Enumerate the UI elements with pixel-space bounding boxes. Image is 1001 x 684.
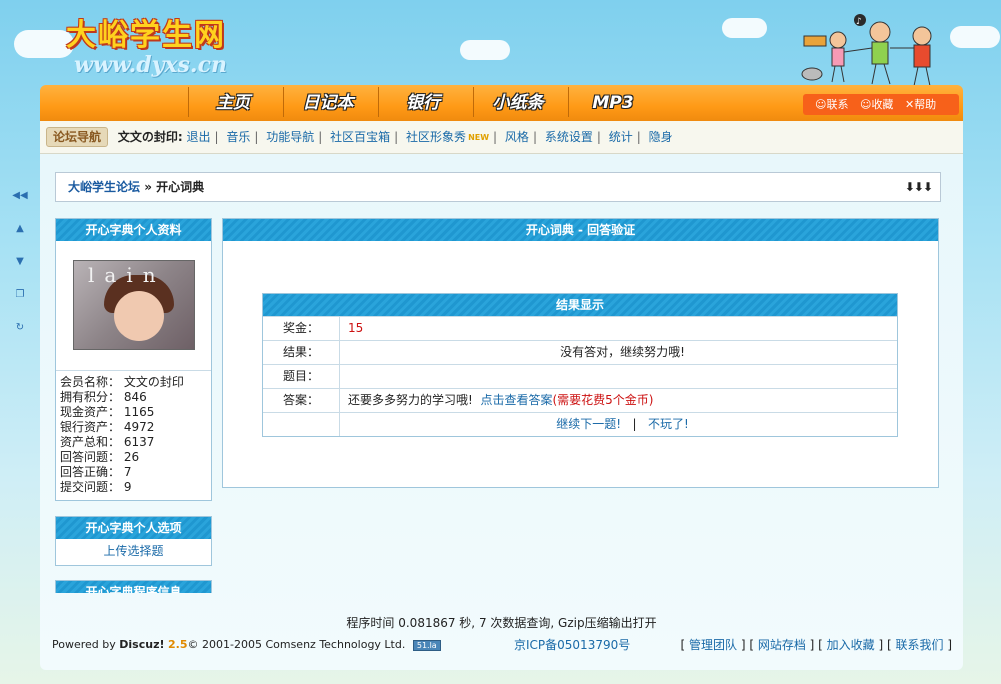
link-toolbox[interactable]: 社区百宝箱 bbox=[330, 130, 390, 144]
admin-team-link[interactable]: 管理团队 bbox=[689, 638, 737, 652]
nav-separator bbox=[378, 87, 379, 117]
profile-panel-title: 开心字典个人资料 bbox=[56, 219, 211, 241]
answer-verify-panel: 开心词典 - 回答验证 结果显示 奖金： 15 结果： 没有答对，继续努力哦! … bbox=[222, 218, 939, 488]
refresh-icon[interactable]: ↻ bbox=[12, 322, 28, 355]
nav-utility-links: ☺联系 ☺收藏 ✕帮助 bbox=[803, 94, 959, 115]
profile-panel: 开心字典个人资料 lain 会员名称： 文文の封印 拥有积分： 846 现金资产… bbox=[55, 218, 212, 501]
bonus-value: 15 bbox=[348, 321, 364, 335]
question-value bbox=[340, 365, 897, 388]
link-music[interactable]: 音乐 bbox=[226, 130, 250, 144]
link-style[interactable]: 风格 bbox=[505, 130, 529, 144]
scroll-down-icon[interactable]: ▼ bbox=[12, 256, 28, 289]
next-question-link[interactable]: 继续下一题! bbox=[556, 417, 621, 431]
favorite-link[interactable]: ☺收藏 bbox=[860, 98, 897, 111]
add-favorite-link[interactable]: 加入收藏 bbox=[827, 638, 875, 652]
main-navbar: 主页 日记本 银行 小纸条 MP3 ☺联系 ☺收藏 ✕帮助 bbox=[40, 85, 963, 121]
current-user: 文文の封印: bbox=[117, 130, 183, 144]
view-answer-link[interactable]: 点击查看答案 bbox=[480, 393, 552, 407]
site-header: 大峪学生网 www.dyxs.cn ♪ bbox=[0, 0, 1001, 87]
program-info-panel: 开心字典程序信息 bbox=[55, 580, 212, 593]
powered-by: Powered by Discuz! 2.5© 2001-2005 Comsen… bbox=[52, 638, 441, 651]
left-toolbar: ◀◀ ▲ ▼ ❐ ↻ bbox=[12, 190, 28, 355]
avatar: lain bbox=[73, 260, 195, 350]
result-title: 结果显示 bbox=[263, 294, 897, 316]
options-panel: 开心字典个人选项 上传选择题 bbox=[55, 516, 212, 566]
list-item: 拥有积分： 846 bbox=[60, 390, 147, 404]
contact-us-link[interactable]: 联系我们 bbox=[895, 638, 943, 652]
table-row: 结果： 没有答对，继续努力哦! bbox=[263, 340, 897, 364]
result-value: 没有答对，继续努力哦! bbox=[560, 345, 685, 359]
list-item: 银行资产： 4972 bbox=[60, 420, 155, 434]
breadcrumb-forum-link[interactable]: 大峪学生论坛 bbox=[68, 180, 140, 194]
breadcrumb-current: 开心词典 bbox=[156, 180, 205, 194]
result-box: 结果显示 奖金： 15 结果： 没有答对，继续努力哦! 题目： 答案： 还要多多… bbox=[262, 293, 898, 437]
expand-arrows-icon[interactable]: ⬇⬇⬇ bbox=[905, 173, 933, 201]
scroll-up-icon[interactable]: ▲ bbox=[12, 223, 28, 256]
site-logo[interactable]: 大峪学生网 bbox=[66, 10, 226, 54]
program-time: 程序时间 0.081867 秒, 7 次数据查询, Gzip压缩输出打开 bbox=[346, 616, 657, 630]
svg-text:♪: ♪ bbox=[856, 17, 862, 27]
quit-link[interactable]: 不玩了! bbox=[648, 417, 689, 431]
stat-badge[interactable]: 51.la bbox=[412, 640, 441, 651]
site-url-logo: www.dyxs.cn bbox=[74, 52, 227, 78]
nav-notes[interactable]: 小纸条 bbox=[475, 90, 561, 116]
nav-separator bbox=[188, 87, 189, 117]
breadcrumb: 大峪学生论坛 » 开心词典 ⬇⬇⬇ bbox=[55, 172, 941, 202]
program-info-title: 开心字典程序信息 bbox=[56, 581, 211, 593]
table-row: 奖金： 15 bbox=[263, 316, 897, 340]
options-panel-title: 开心字典个人选项 bbox=[56, 517, 211, 539]
kids-illustration: ♪ bbox=[801, 14, 932, 87]
profile-info-list: 会员名称： 文文の封印 拥有积分： 846 现金资产： 1165 银行资产： 4… bbox=[56, 371, 211, 499]
nav-bank[interactable]: 银行 bbox=[380, 90, 466, 116]
table-row: 答案： 还要多多努力的学习哦! 点击查看答案(需要花费5个金币) bbox=[263, 388, 897, 412]
nav-separator bbox=[473, 87, 474, 117]
list-item: 资产总和： 6137 bbox=[60, 435, 155, 449]
window-icon[interactable]: ❐ bbox=[12, 289, 28, 322]
answer-value: 还要多多努力的学习哦! 点击查看答案(需要花费5个金币) bbox=[348, 393, 654, 407]
table-row: 题目： bbox=[263, 364, 897, 388]
list-item: 回答正确： 7 bbox=[60, 465, 132, 479]
contact-link[interactable]: ☺联系 bbox=[815, 98, 852, 111]
list-item: 回答问题： 26 bbox=[60, 450, 140, 464]
link-avatar-show[interactable]: 社区形象秀 bbox=[406, 130, 466, 144]
nav-separator bbox=[568, 87, 569, 117]
nav-home[interactable]: 主页 bbox=[190, 90, 276, 116]
archive-link[interactable]: 网站存档 bbox=[758, 638, 806, 652]
nav-diary[interactable]: 日记本 bbox=[285, 90, 371, 116]
collapse-left-icon[interactable]: ◀◀ bbox=[12, 190, 28, 223]
link-stats[interactable]: 统计 bbox=[609, 130, 633, 144]
upload-question-link[interactable]: 上传选择题 bbox=[103, 544, 163, 558]
link-invisible[interactable]: 隐身 bbox=[649, 130, 673, 144]
forum-nav-tag: 论坛导航 bbox=[46, 127, 109, 147]
help-link[interactable]: ✕帮助 bbox=[905, 98, 940, 111]
new-badge: NEW bbox=[468, 133, 490, 142]
content-area: 大峪学生论坛 » 开心词典 ⬇⬇⬇ 开心字典个人资料 lain 会员名称： 文文… bbox=[40, 154, 963, 670]
link-settings[interactable]: 系统设置 bbox=[545, 130, 593, 144]
list-item: 现金资产： 1165 bbox=[60, 405, 155, 419]
icp-link[interactable]: 京ICP备05013790号 bbox=[514, 636, 630, 653]
list-item: 会员名称： 文文の封印 bbox=[60, 375, 184, 389]
footer-links: [ 管理团队 ] [ 网站存档 ] [ 加入收藏 ] [ 联系我们 ] bbox=[680, 638, 953, 652]
forum-subnav: 论坛导航 文文の封印: 退出 | 音乐 | 功能导航 | 社区百宝箱 | 社区形象秀 NE… bbox=[40, 121, 963, 154]
nav-separator bbox=[283, 87, 284, 117]
answer-verify-title: 开心词典 - 回答验证 bbox=[223, 219, 938, 241]
table-row: 继续下一题! | 不玩了! bbox=[263, 412, 897, 436]
nav-mp3[interactable]: MP3 bbox=[570, 90, 656, 116]
discuz-link[interactable]: Discuz! bbox=[119, 638, 164, 651]
link-logout[interactable]: 退出 bbox=[186, 130, 210, 144]
list-item: 提交问题： 9 bbox=[60, 480, 132, 494]
link-feature-nav[interactable]: 功能导航 bbox=[266, 130, 314, 144]
